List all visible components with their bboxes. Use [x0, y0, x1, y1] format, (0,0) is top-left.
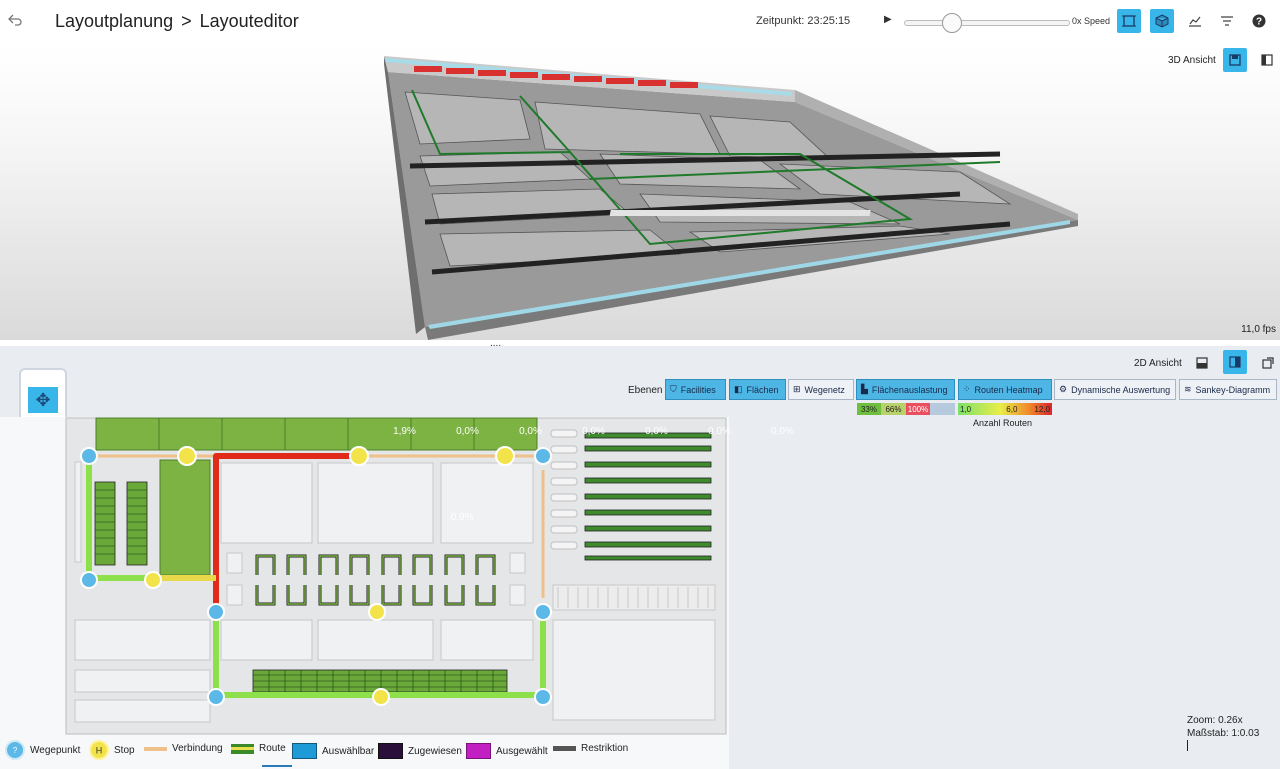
assigned-swatch — [378, 743, 403, 759]
zoom-info: Zoom: 0.26x Maßstab: 1:0.03 — [1187, 714, 1259, 751]
2d-view-split-button[interactable] — [1223, 350, 1247, 374]
stop-icon: H — [89, 740, 109, 760]
legend-connection: Verbindung — [144, 743, 223, 754]
legend-selected: Ausgewählt — [466, 743, 548, 759]
legend-waypoint: ? Wegepunkt — [5, 740, 80, 760]
legend-label: Auswählbar — [322, 745, 375, 757]
svg-text:H: H — [96, 746, 103, 756]
facility-percentage: 0,0% — [645, 426, 668, 437]
restriction-swatch — [553, 746, 576, 751]
legend-label: Route — [259, 743, 286, 754]
facility-percentage: 0,0% — [456, 426, 479, 437]
filter-button[interactable] — [1215, 9, 1239, 33]
2d-layout-canvas[interactable] — [0, 346, 1003, 769]
breadcrumb-separator: > — [181, 11, 192, 31]
top-bar: Layoutplanung > Layouteditor Zeitpunkt: 23… — [0, 0, 1280, 44]
facility-percentage: 1,9% — [393, 426, 416, 437]
svg-text:?: ? — [13, 746, 18, 755]
3d-view-button[interactable] — [1150, 9, 1174, 33]
selected-swatch — [466, 743, 491, 759]
cube-icon — [1155, 14, 1169, 28]
connection-swatch — [144, 746, 167, 751]
legend-label: Verbindung — [172, 743, 223, 754]
facility-percentage: 0,0% — [519, 426, 542, 437]
map-legend: ? Wegepunkt H Stop Verbindung Route Ausw… — [0, 733, 640, 769]
legend-selectable: Auswählbar — [292, 743, 374, 759]
2d-view-save-button[interactable] — [1191, 352, 1213, 374]
block-percentage: 0,9% — [450, 512, 474, 523]
breadcrumb-current: Layouteditor — [199, 11, 299, 31]
2d-view[interactable]: 2D Ansicht ✥ ▨ Ebenen ⛉Facilities ◧Fläch… — [0, 346, 1280, 769]
legend-label: Zugewiesen — [408, 745, 462, 757]
legend-label: Stop — [114, 744, 135, 756]
frame-view-icon — [1122, 15, 1136, 27]
speed-slider-thumb[interactable] — [941, 13, 962, 33]
facility-percentage: 0,0% — [708, 426, 731, 437]
time-label: Zeitpunkt: 23:25:15 — [756, 15, 851, 27]
route-swatch — [231, 743, 254, 754]
facility-percentage-row: 1,9% 0,0% 0,0% 0,0% 0,0% 0,0% 0,0% — [373, 426, 814, 442]
scale-ratio: Maßstab: 1:0.03 — [1187, 728, 1260, 739]
help-icon: ? — [1252, 14, 1266, 28]
split-icon — [1229, 356, 1241, 368]
legend-cursor-mark — [262, 765, 292, 767]
speed-slider[interactable] — [904, 13, 1070, 33]
back-icon[interactable] — [8, 14, 22, 26]
waypoint-icon: ? — [5, 740, 25, 760]
layer-label: Sankey-Diagramm — [1195, 384, 1271, 395]
layer-dynamische-auswertung-button[interactable]: ⚙ Dynamische Auswertung — [1054, 379, 1176, 400]
dynamic-icon: ⚙ — [1059, 384, 1068, 394]
svg-text:?: ? — [1256, 17, 1262, 28]
route-scale-max: 12,0 — [1034, 404, 1050, 414]
save-icon — [1196, 357, 1208, 369]
legend-stop: H Stop — [89, 740, 135, 760]
facility-percentage: 0,0% — [582, 426, 605, 437]
chart-button[interactable] — [1183, 9, 1207, 33]
2d-view-title: 2D Ansicht — [1134, 358, 1182, 369]
zoom-level: Zoom: 0.26x — [1187, 715, 1243, 726]
play-icon[interactable]: ▶ — [884, 14, 892, 25]
legend-label: Ausgewählt — [496, 745, 548, 757]
popout-icon — [1262, 357, 1274, 369]
sankey-icon: ≋ — [1184, 384, 1192, 394]
3d-view[interactable]: 3D Ansicht 11,0 fps — [0, 44, 1280, 340]
legend-label: Wegepunkt — [30, 744, 81, 756]
filter-icon — [1221, 16, 1233, 26]
2d-view-popout-button[interactable] — [1257, 352, 1279, 374]
frame-view-button[interactable] — [1117, 9, 1141, 33]
legend-route: Route — [231, 743, 286, 754]
facility-percentage: 0,0% — [771, 426, 794, 437]
chart-icon — [1189, 16, 1201, 27]
fps-counter: 11,0 fps — [1241, 324, 1276, 335]
breadcrumb-root[interactable]: Layoutplanung — [55, 11, 173, 31]
layer-sankey-button[interactable]: ≋ Sankey-Diagramm — [1179, 379, 1277, 400]
layer-label: Dynamische Auswertung — [1071, 384, 1171, 395]
breadcrumb: Layoutplanung > Layouteditor — [55, 11, 299, 32]
scale-bar — [1187, 740, 1188, 751]
3d-warehouse-model[interactable] — [0, 44, 1280, 340]
legend-label: Restriktion — [581, 743, 629, 754]
selectable-swatch — [292, 743, 317, 759]
speed-label: 0x Speed — [1072, 16, 1111, 26]
legend-restriction: Restriktion — [553, 743, 628, 754]
help-button[interactable]: ? — [1247, 9, 1271, 33]
legend-assigned: Zugewiesen — [378, 743, 462, 759]
